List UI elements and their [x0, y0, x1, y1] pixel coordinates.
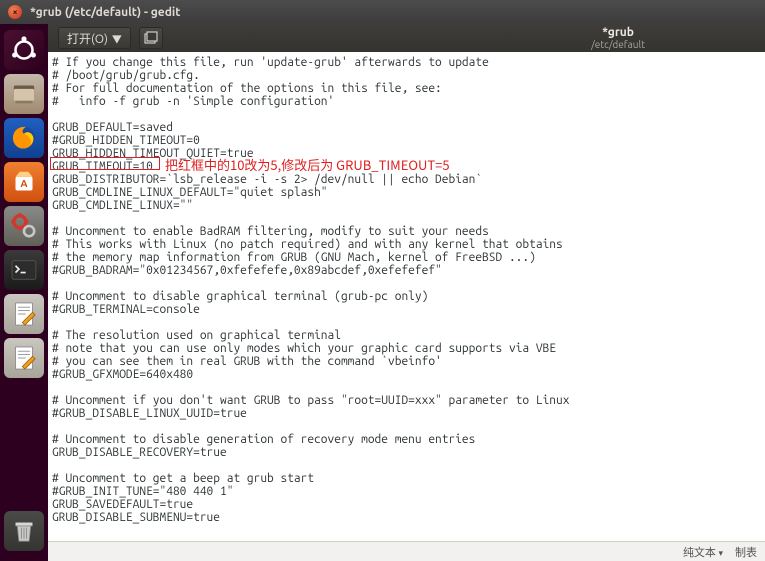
- chevron-down-icon: ▾: [718, 548, 723, 558]
- launcher-trash[interactable]: [4, 511, 44, 551]
- launcher-gedit-2[interactable]: [4, 338, 44, 378]
- status-encoding[interactable]: 纯文本 ▾: [683, 544, 723, 560]
- doc-tab-path: /etc/default: [591, 39, 645, 50]
- svg-text:A: A: [20, 177, 28, 189]
- text-editor-icon: [7, 297, 41, 331]
- ubuntu-logo-icon: [7, 33, 41, 67]
- launcher-software[interactable]: A: [4, 162, 44, 202]
- launcher-terminal[interactable]: [4, 250, 44, 290]
- software-center-icon: A: [7, 165, 41, 199]
- editor-area[interactable]: # If you change this file, run 'update-g…: [48, 52, 765, 541]
- window-title: *grub (/etc/default) - gedit: [30, 6, 180, 19]
- launcher-dash[interactable]: [4, 30, 44, 70]
- window-controls: ×: [0, 5, 22, 19]
- text-editor-icon: [7, 341, 41, 375]
- firefox-icon: [7, 121, 41, 155]
- files-icon: [7, 77, 41, 111]
- unity-launcher: A: [0, 24, 48, 561]
- open-button[interactable]: 打开(O) ▼: [58, 27, 131, 49]
- launcher-gedit-1[interactable]: [4, 294, 44, 334]
- terminal-icon: [7, 253, 41, 287]
- gedit-toolbar: 打开(O) ▼ *grub /etc/default: [48, 24, 765, 52]
- launcher-files[interactable]: [4, 74, 44, 114]
- status-tab-width[interactable]: 制表: [735, 544, 757, 560]
- new-tab-icon: [144, 31, 158, 45]
- open-label: 打开(O): [67, 30, 108, 47]
- status-bar: 纯文本 ▾ 制表: [48, 541, 765, 561]
- title-bar: × *grub (/etc/default) - gedit: [0, 0, 765, 24]
- document-tab[interactable]: *grub /etc/default: [591, 26, 645, 50]
- window-close-button[interactable]: ×: [8, 5, 22, 19]
- launcher-settings[interactable]: [4, 206, 44, 246]
- trash-icon: [7, 514, 41, 548]
- chevron-down-icon: ▼: [112, 31, 122, 46]
- new-tab-button[interactable]: [139, 27, 163, 49]
- launcher-firefox[interactable]: [4, 118, 44, 158]
- doc-tab-title: *grub: [591, 26, 645, 39]
- settings-gear-icon: [7, 209, 41, 243]
